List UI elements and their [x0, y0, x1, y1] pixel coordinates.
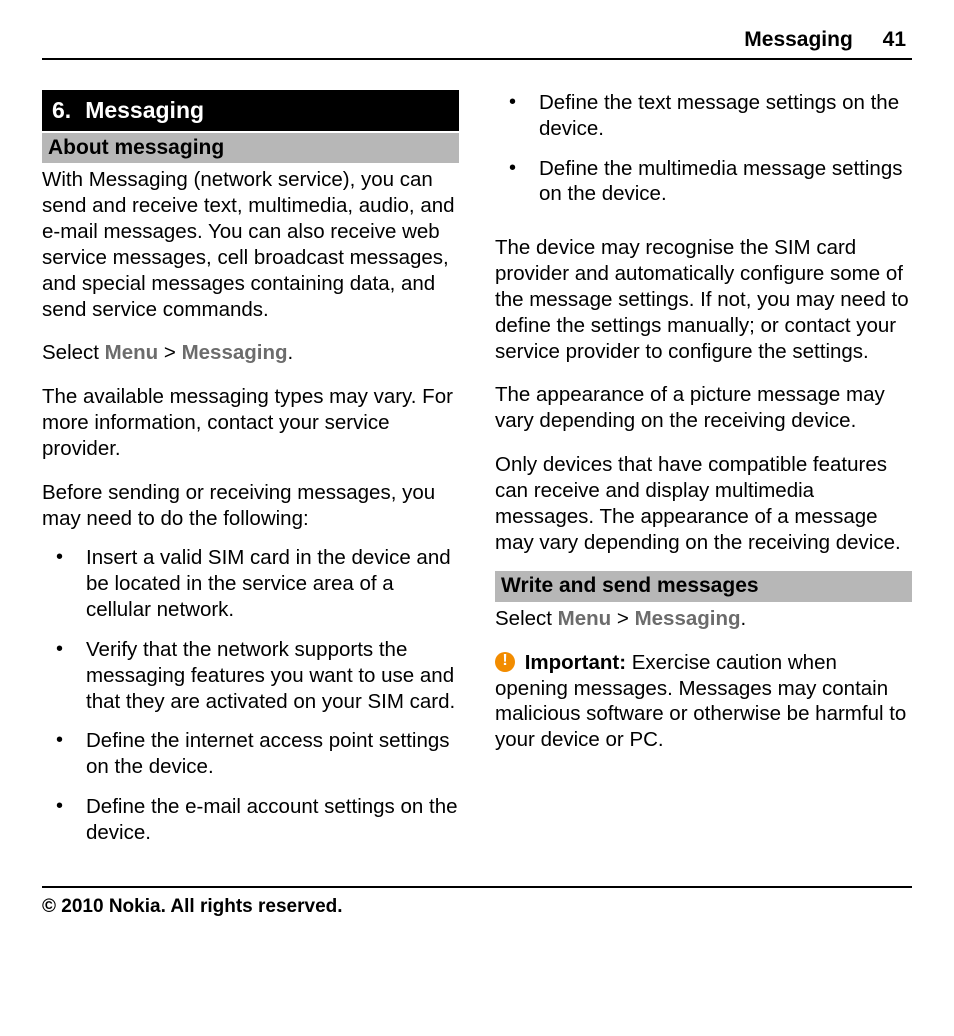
select-gt: > [158, 341, 181, 364]
right-column: Define the text message settings on the … [495, 90, 912, 856]
content-columns: 6. Messaging About messaging With Messagi… [42, 60, 912, 876]
chapter-number: 6. [52, 97, 71, 123]
important-note: Important: Exercise caution when opening… [495, 646, 912, 767]
important-icon [495, 652, 515, 672]
about-paragraph-1: With Messaging (network service), you ca… [42, 163, 459, 336]
page: Messaging 41 6. Messaging About messaging… [42, 0, 912, 918]
list-item: Define the internet access point setting… [42, 728, 459, 794]
select-prefix: Select [42, 341, 105, 364]
section-heading-about: About messaging [42, 133, 459, 163]
list-item: Verify that the network supports the mes… [42, 637, 459, 728]
page-number: 41 [883, 28, 906, 51]
select-gt: > [611, 607, 634, 630]
about-paragraph-6: Only devices that have compatible featur… [495, 448, 912, 569]
header-title: Messaging [744, 28, 853, 51]
list-item: Define the multimedia message settings o… [495, 156, 912, 222]
select-suffix: . [288, 341, 294, 364]
about-paragraph-4: The device may recognise the SIM card pr… [495, 231, 912, 378]
footer-copyright: © 2010 Nokia. All rights reserved. [42, 886, 912, 918]
select-prefix: Select [495, 607, 558, 630]
list-item: Define the e-mail account settings on th… [42, 794, 459, 846]
chapter-title: Messaging [85, 97, 204, 123]
about-paragraph-2: The available messaging types may vary. … [42, 380, 459, 475]
about-paragraph-5: The appearance of a picture message may … [495, 378, 912, 448]
list-item: Insert a valid SIM card in the device an… [42, 545, 459, 636]
list-item: Define the text message settings on the … [495, 90, 912, 156]
left-column: 6. Messaging About messaging With Messagi… [42, 90, 459, 856]
ui-menu: Menu [105, 341, 159, 364]
chapter-heading: 6. Messaging [42, 90, 459, 131]
bullet-list-left: Insert a valid SIM card in the device an… [42, 545, 459, 855]
running-header: Messaging 41 [42, 28, 912, 60]
select-suffix: . [741, 607, 747, 630]
ui-messaging: Messaging [635, 607, 741, 630]
important-label: Important: [525, 651, 626, 674]
about-paragraph-3: Before sending or receiving messages, yo… [42, 476, 459, 546]
select-path-2: Select Menu > Messaging. [495, 602, 912, 646]
section-heading-write: Write and send messages [495, 571, 912, 601]
ui-menu: Menu [558, 607, 612, 630]
select-path-1: Select Menu > Messaging. [42, 336, 459, 380]
ui-messaging: Messaging [182, 341, 288, 364]
bullet-list-right: Define the text message settings on the … [495, 90, 912, 231]
